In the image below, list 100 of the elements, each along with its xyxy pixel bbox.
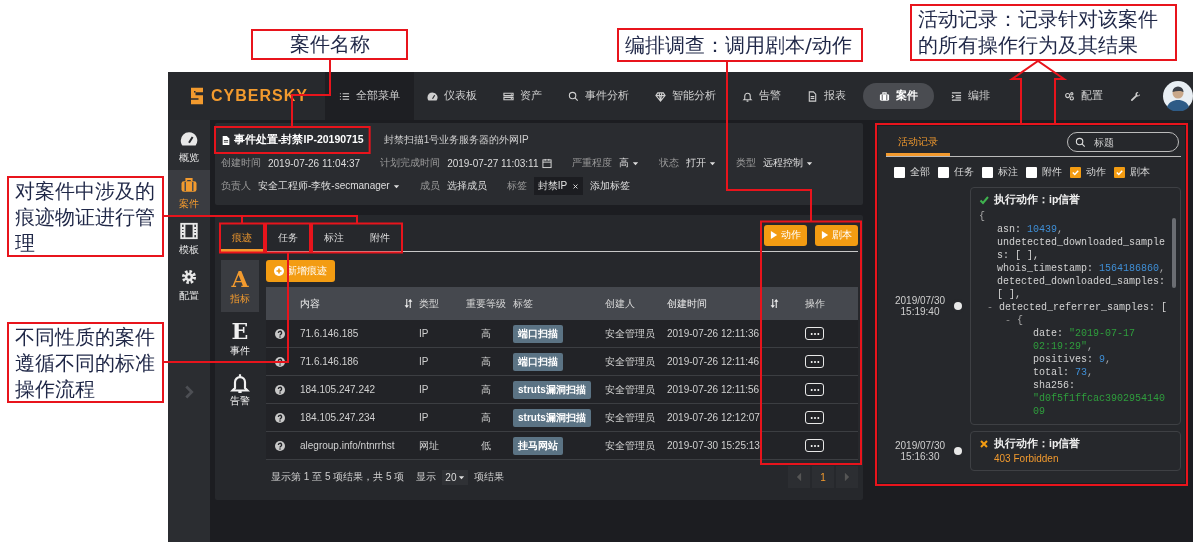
table-cell: 184.105.247.242 <box>300 384 376 395</box>
nav-item[interactable]: 案件 <box>863 83 934 109</box>
table-cell: 安全管理员 <box>605 382 655 397</box>
nav-item[interactable]: 事件分析 <box>555 72 642 120</box>
more-button[interactable] <box>805 411 824 424</box>
table-cell: 184.105.247.234 <box>300 412 376 423</box>
nav-item[interactable]: 资产 <box>490 72 555 120</box>
page-size-label: 显示 <box>416 470 437 484</box>
date-field[interactable]: 2019-07-27 11:03:11 <box>447 157 552 169</box>
plus-circle-icon <box>274 266 284 276</box>
callout-label: 活动记录：记录针对该案件的所有操作行为及其结果 <box>910 4 1177 61</box>
column-header[interactable]: 创建时间 <box>667 296 779 311</box>
page-size-suffix: 项结果 <box>474 470 505 484</box>
checkbox[interactable] <box>938 166 949 178</box>
play-icon <box>770 230 778 240</box>
column-header[interactable]: 操作 <box>805 296 825 311</box>
nav-item[interactable]: 报表 <box>794 72 859 120</box>
sidebar-item[interactable]: 概览 <box>168 124 210 170</box>
search-field[interactable]: 标题 <box>1067 132 1179 152</box>
server-icon <box>503 90 514 102</box>
ellipsis-icon <box>809 415 820 420</box>
timeline-dot <box>954 447 962 455</box>
sidebar-item[interactable]: 案件 <box>168 170 210 216</box>
category-item[interactable]: A 指标 <box>221 260 259 312</box>
code-line: { <box>979 210 986 223</box>
column-header[interactable]: 创建人 <box>605 296 635 311</box>
entry-title: 执行动作：ip信誉 <box>994 193 1081 207</box>
settings-button[interactable]: 配置 <box>1051 72 1116 120</box>
sidebar-item[interactable]: 模板 <box>168 216 210 262</box>
field-label: 状态 <box>658 156 679 170</box>
column-header[interactable]: 重要等级 <box>466 296 506 311</box>
close-icon[interactable] <box>572 182 580 190</box>
callout-label: 编排调查：调用剧本/动作 <box>617 28 863 62</box>
tab[interactable]: 痕迹 <box>221 224 263 252</box>
checkbox-label: 任务 <box>954 165 974 179</box>
nav-item[interactable]: 仪表板 <box>414 72 490 120</box>
scrollbar[interactable] <box>1172 218 1176 288</box>
tab[interactable]: 标注 <box>313 224 355 252</box>
search-icon <box>568 90 579 102</box>
page-size-select[interactable]: 20 <box>442 469 469 485</box>
table-cell: 2019-07-26 12:11:46 <box>667 356 760 367</box>
film-icon <box>180 221 198 240</box>
table-cell: 高 <box>481 410 491 425</box>
more-button[interactable] <box>805 327 824 340</box>
code-line: total: 73, <box>1033 366 1095 379</box>
table-cell: 2019-07-26 12:11:36 <box>667 328 760 339</box>
wrench-icon <box>1130 90 1141 102</box>
tab[interactable]: 活动记录 <box>886 128 950 156</box>
column-header[interactable]: 标签 <box>513 296 533 311</box>
category-item[interactable]: E 事件 <box>221 312 259 364</box>
dropdown-field[interactable]: 安全工程师-李牧-secmanager <box>258 179 400 193</box>
more-button[interactable] <box>805 383 824 396</box>
table-cell: 高 <box>481 354 491 369</box>
dropdown-field[interactable]: 打开 <box>685 156 716 170</box>
tab[interactable]: 附件 <box>359 224 401 252</box>
field-label: 创建时间 <box>221 156 261 170</box>
callout-label: 案件名称 <box>251 29 408 60</box>
category-item[interactable]: 告警 <box>221 364 259 416</box>
caret-icon <box>631 159 639 167</box>
document-icon <box>221 134 231 146</box>
checkbox[interactable] <box>1026 166 1037 178</box>
bell-icon <box>230 372 250 393</box>
add-tag-link[interactable]: 添加标签 <box>590 179 631 193</box>
column-header[interactable]: 类型 <box>419 296 439 311</box>
code-line: - detected_referrer_samples: [ <box>987 301 1169 314</box>
sidebar-item[interactable]: 配置 <box>168 262 210 308</box>
checkbox[interactable] <box>1070 166 1081 178</box>
more-button[interactable] <box>805 355 824 368</box>
nav-item[interactable]: 智能分析 <box>642 72 729 120</box>
dropdown-field[interactable]: 远程控制 <box>762 156 813 170</box>
checkbox[interactable] <box>1114 166 1125 178</box>
help-icon <box>275 440 285 451</box>
column-header[interactable]: 内容 <box>300 296 413 311</box>
timeline-dot <box>954 302 962 310</box>
tab[interactable]: 任务 <box>267 224 309 252</box>
help-icon <box>275 384 285 395</box>
checkbox[interactable] <box>982 166 993 178</box>
table-cell: 高 <box>481 382 491 397</box>
nav-item[interactable]: 编排 <box>938 72 1003 120</box>
error-message: 403 Forbidden <box>993 453 1060 464</box>
more-button[interactable] <box>805 439 824 452</box>
code-line: - { <box>1005 314 1025 327</box>
tag-label: struts漏洞扫描 <box>513 380 591 399</box>
gear-icon <box>180 267 198 286</box>
briefcase-icon <box>879 90 890 102</box>
nav-item[interactable]: 告警 <box>729 72 794 120</box>
checkbox[interactable] <box>894 166 905 178</box>
ellipsis-icon <box>809 443 820 448</box>
table-cell: 高 <box>481 326 491 341</box>
nav-item[interactable]: 全部菜单 <box>325 72 414 120</box>
callout-label: 对案件中涉及的痕迹物证进行管理 <box>7 176 164 257</box>
calendar-icon <box>541 157 552 169</box>
code-line: sha256: "d0f5f1ffcac390295414009 <box>1033 379 1167 418</box>
gauge-icon <box>427 90 438 102</box>
field-label: 负责人 <box>221 179 251 193</box>
entry-title: 执行动作：ip信誉 <box>994 437 1081 451</box>
dropdown-field[interactable]: 高 <box>618 156 639 170</box>
table-cell: IP <box>419 356 429 367</box>
page-button[interactable]: 1 <box>812 466 834 488</box>
table-cell: 71.6.146.186 <box>300 356 359 367</box>
